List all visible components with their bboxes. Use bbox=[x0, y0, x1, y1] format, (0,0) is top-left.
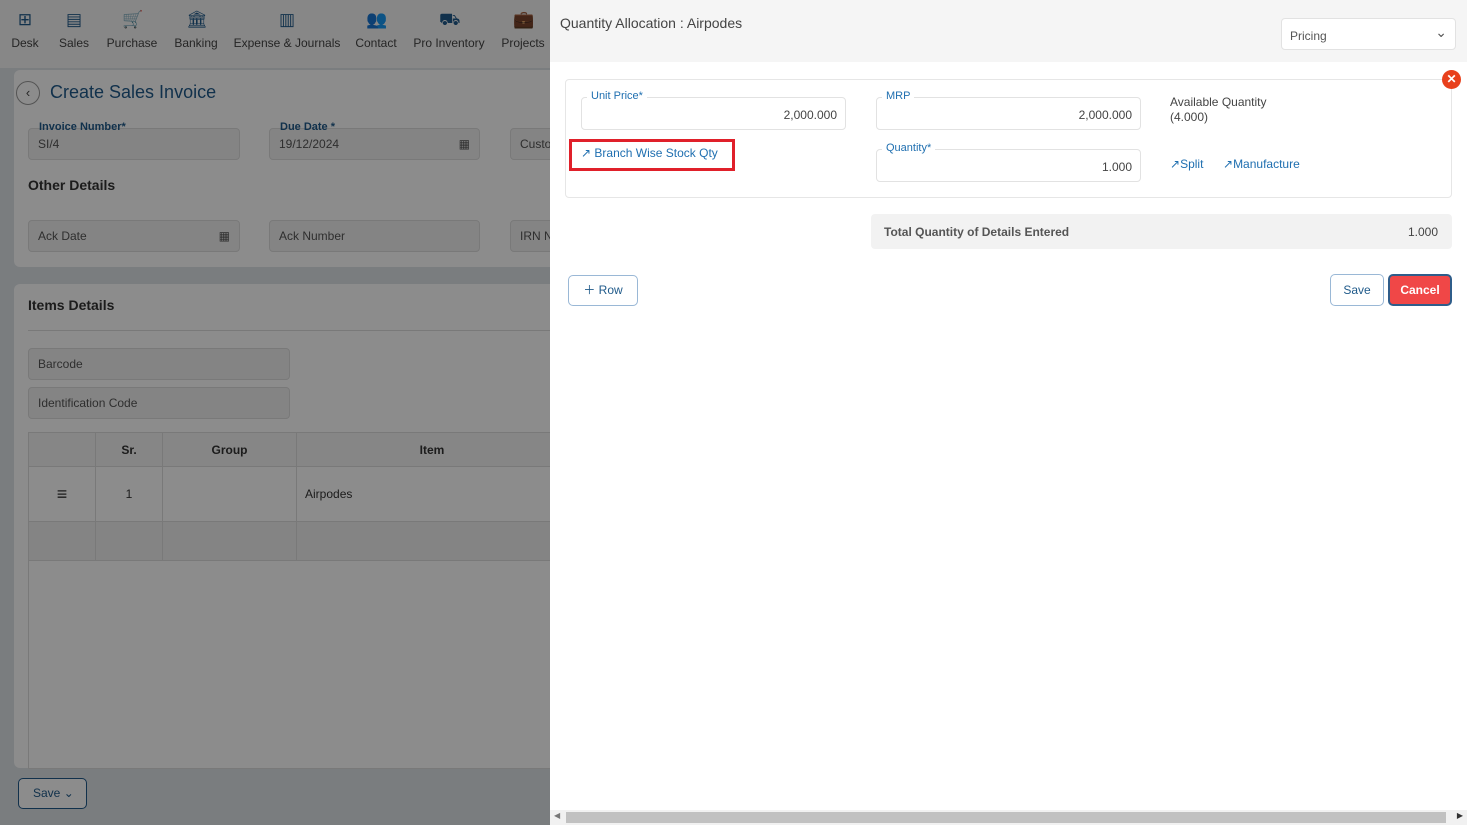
mrp-label: MRP bbox=[882, 90, 915, 102]
modal-backdrop[interactable] bbox=[0, 0, 550, 825]
manufacture-label: Manufacture bbox=[1233, 157, 1300, 171]
quantity-allocation-panel: Quantity Allocation : Airpodes Pricing ⌄ … bbox=[550, 0, 1467, 825]
available-quantity: Available Quantity (4.000) bbox=[1170, 95, 1267, 125]
total-quantity-bar: Total Quantity of Details Entered 1.000 bbox=[871, 214, 1452, 249]
external-link-icon: ↗ bbox=[1223, 157, 1234, 171]
scroll-right-icon[interactable]: ▶ bbox=[1457, 811, 1463, 820]
quantity-label: Quantity* bbox=[882, 142, 936, 154]
cancel-button[interactable]: Cancel bbox=[1388, 274, 1452, 306]
available-value: (4.000) bbox=[1170, 110, 1209, 124]
horizontal-scrollbar[interactable]: ◀ ▶ bbox=[550, 810, 1467, 825]
chevron-down-icon: ⌄ bbox=[1435, 24, 1447, 40]
panel-title: Quantity Allocation : Airpodes bbox=[560, 15, 743, 31]
manufacture-link[interactable]: ↗Manufacture bbox=[1223, 157, 1300, 171]
row-label: Row bbox=[598, 283, 623, 297]
external-link-icon: ↗ bbox=[581, 146, 592, 160]
save-button[interactable]: Save bbox=[1330, 274, 1384, 306]
split-label: Split bbox=[1180, 157, 1204, 171]
branch-wise-stock-link[interactable]: ↗ Branch Wise Stock Qty bbox=[581, 146, 718, 160]
pricing-value: Pricing bbox=[1290, 29, 1327, 43]
branch-link-label: Branch Wise Stock Qty bbox=[594, 146, 718, 160]
scrollbar-thumb[interactable] bbox=[566, 812, 1446, 823]
available-label: Available Quantity bbox=[1170, 95, 1267, 109]
unit-price-label: Unit Price* bbox=[587, 90, 647, 102]
pricing-select[interactable]: Pricing ⌄ bbox=[1281, 18, 1456, 50]
add-row-button[interactable]: ＋ Row bbox=[568, 275, 638, 306]
mrp-field[interactable]: 2,000.000 bbox=[876, 97, 1141, 130]
plus-icon: ＋ bbox=[583, 283, 596, 297]
scroll-left-icon[interactable]: ◀ bbox=[554, 811, 560, 820]
split-link[interactable]: ↗Split bbox=[1170, 157, 1203, 171]
close-icon[interactable]: ✕ bbox=[1442, 70, 1461, 89]
total-value: 1.000 bbox=[1407, 225, 1438, 239]
external-link-icon: ↗ bbox=[1170, 157, 1181, 171]
total-label: Total Quantity of Details Entered bbox=[884, 225, 1070, 239]
